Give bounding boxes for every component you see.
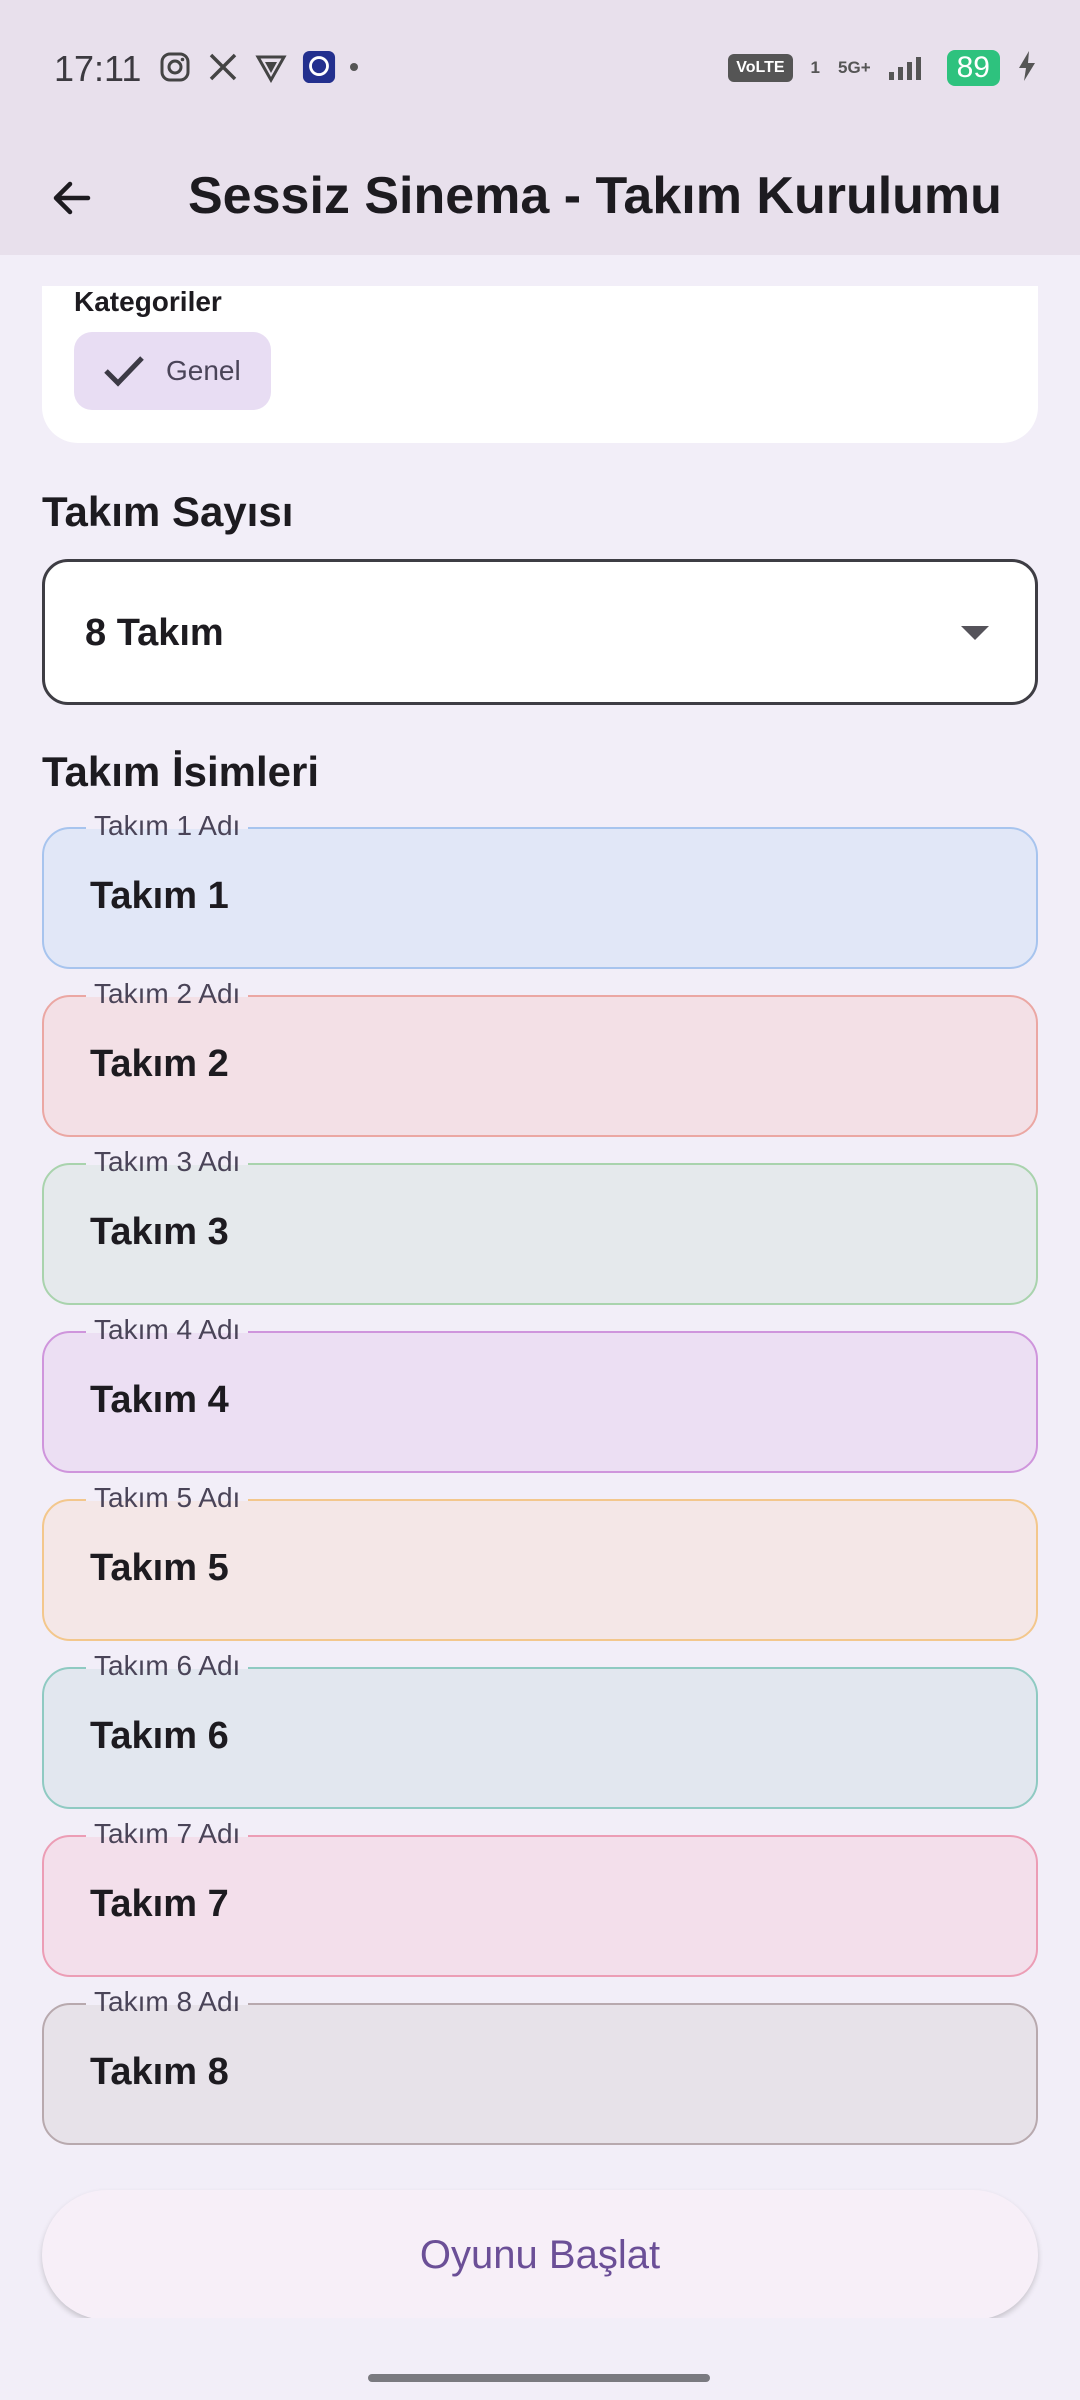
team-name-value: Takım 2 [90,1043,229,1085]
team-name-value: Takım 7 [90,1883,229,1925]
battery-level: 89 [946,50,1000,86]
start-game-button[interactable]: Oyunu Başlat [42,2190,1038,2320]
nav-bar-area [0,2318,1080,2400]
categories-card: Kategoriler Genel [42,286,1038,443]
start-game-label: Oyunu Başlat [419,2232,661,2277]
team-name-value: Takım 5 [90,1547,229,1589]
page-title: Sessiz Sinema - Takım Kurulumu [188,167,1002,225]
team-name-field-6[interactable]: Takım 6 Adı Takım 6 [42,1648,1038,1809]
team-name-label: Takım 7 Adı [86,1816,249,1852]
team-name-field-5[interactable]: Takım 5 Adı Takım 5 [42,1480,1038,1641]
team-name-field-4[interactable]: Takım 4 Adı Takım 4 [42,1312,1038,1473]
categories-label: Kategoriler [74,286,222,317]
vpn-icon [254,50,288,84]
app-notification-icon [302,50,336,84]
charging-icon [1018,50,1036,86]
system-icons: VoLTE 1 5G+ 89 [728,50,1036,86]
network-type: 5G+ [838,58,871,77]
team-name-label: Takım 3 Adı [86,1144,249,1180]
back-button[interactable] [36,162,108,234]
team-name-value: Takım 8 [90,2051,229,2093]
chip-label: Genel [166,355,241,386]
team-name-label: Takım 5 Adı [86,1480,249,1516]
status-bar: 17:11 VoLTE 1 5G+ 89 [0,0,1080,140]
team-name-label: Takım 2 Adı [86,976,249,1012]
team-name-field-7[interactable]: Takım 7 Adı Takım 7 [42,1816,1038,1977]
team-names-heading: Takım İsimleri [42,748,320,795]
team-name-field-3[interactable]: Takım 3 Adı Takım 3 [42,1144,1038,1305]
arrow-left-icon [53,181,91,215]
instagram-icon [158,50,192,84]
team-count-dropdown[interactable]: 8 Takım [42,559,1038,705]
team-name-value: Takım 1 [90,875,229,917]
status-time: 17:11 [54,48,142,89]
team-name-field-8[interactable]: Takım 8 Adı Takım 8 [42,1984,1038,2145]
caret-down-icon [961,626,989,640]
app-bar: Sessiz Sinema - Takım Kurulumu [0,140,1080,255]
more-notifications-dot [350,63,358,71]
team-count-value: 8 Takım [85,612,224,654]
volte-badge: VoLTE [728,54,793,82]
team-name-field-2[interactable]: Takım 2 Adı Takım 2 [42,976,1038,1137]
team-name-field-1[interactable]: Takım 1 Adı Takım 1 [42,808,1038,969]
home-indicator[interactable] [368,2374,710,2382]
check-icon [104,356,144,387]
team-name-value: Takım 6 [90,1715,229,1757]
category-chip-genel[interactable]: Genel [74,332,271,410]
team-count-heading: Takım Sayısı [42,488,294,535]
team-name-label: Takım 1 Adı [86,808,249,844]
sim-indicator: 1 [810,58,821,77]
team-name-label: Takım 8 Adı [86,1984,249,2020]
team-name-value: Takım 3 [90,1211,229,1253]
x-icon [206,50,240,84]
signal-icon [888,52,929,85]
team-name-value: Takım 4 [90,1379,229,1421]
notification-icons [158,50,358,84]
team-name-label: Takım 4 Adı [86,1312,249,1348]
team-name-label: Takım 6 Adı [86,1648,249,1684]
